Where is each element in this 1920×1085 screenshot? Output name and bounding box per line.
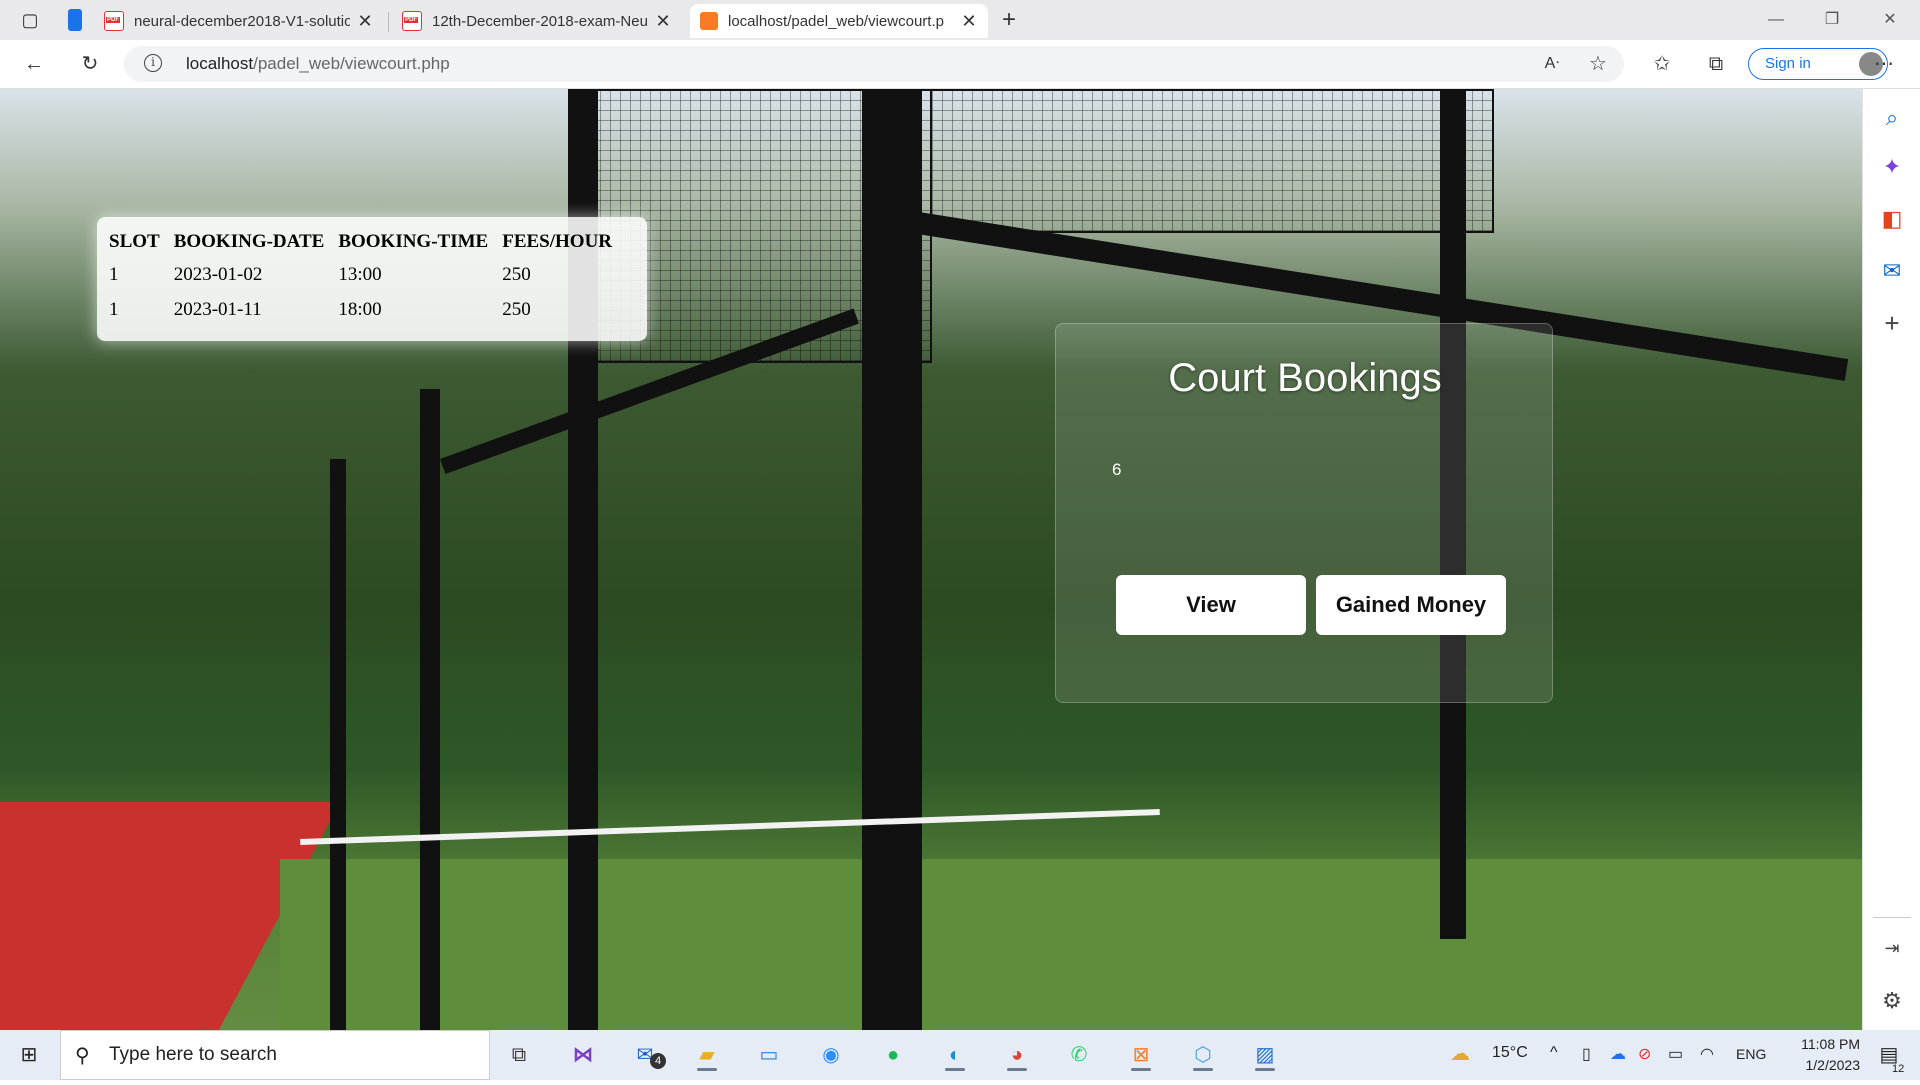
favorites-icon[interactable]: ✩ bbox=[1648, 50, 1676, 78]
add-icon[interactable]: + bbox=[1878, 309, 1906, 337]
back-arrow-icon[interactable]: ← bbox=[20, 50, 48, 78]
tab-pdf-1[interactable]: neural-december2018-V1-solutio ✕ bbox=[94, 4, 384, 38]
table-row: 1 2023-01-11 18:00 250 bbox=[107, 292, 624, 327]
cell-fees: 250 bbox=[502, 263, 531, 285]
cell-fees: 250 bbox=[502, 298, 531, 320]
spotify-icon[interactable]: ● bbox=[876, 1039, 910, 1071]
add-favorite-icon[interactable]: ☆ bbox=[1584, 50, 1612, 78]
notifications-count: 12 bbox=[1892, 1063, 1905, 1075]
pdf-icon bbox=[402, 11, 422, 31]
device-icon[interactable]: ▯ bbox=[1582, 1044, 1591, 1064]
window-close-icon[interactable]: ✕ bbox=[1870, 6, 1910, 34]
refresh-icon[interactable]: ↻ bbox=[76, 50, 104, 78]
language-indicator[interactable]: ENG bbox=[1736, 1046, 1766, 1062]
edge-icon[interactable]: ◐ bbox=[938, 1039, 972, 1071]
xampp-icon bbox=[700, 12, 718, 30]
court-bookings-panel: Court Bookings 6 View Gained Money bbox=[1055, 323, 1553, 703]
url-text[interactable]: localhost/padel_web/viewcourt.php bbox=[186, 54, 450, 74]
virtualbox-icon[interactable]: ⬡ bbox=[1186, 1039, 1220, 1071]
windows-taskbar: ⊞ ⚲ Type here to search ⧉ ⋈ ✉ 4 ▰ ▭ ◉ ● ◐… bbox=[0, 1030, 1920, 1080]
page-content: SLOT BOOKING-DATE BOOKING-TIME FEES/HOUR… bbox=[0, 89, 1862, 1030]
bookings-table-card: SLOT BOOKING-DATE BOOKING-TIME FEES/HOUR… bbox=[97, 217, 647, 341]
table-header-row: SLOT BOOKING-DATE BOOKING-TIME FEES/HOUR bbox=[107, 227, 624, 257]
notifications-icon[interactable]: ▤ 12 bbox=[1872, 1039, 1906, 1075]
cell-time: 13:00 bbox=[338, 263, 382, 285]
photos-icon[interactable]: ▨ bbox=[1248, 1039, 1282, 1071]
close-tab-icon[interactable]: ✕ bbox=[654, 11, 672, 32]
copilot-icon[interactable]: ✦ bbox=[1878, 153, 1906, 181]
minimize-icon[interactable]: — bbox=[1756, 6, 1796, 34]
tab-strip: ▢ neural-december2018-V1-solutio ✕ 12th-… bbox=[0, 0, 1920, 40]
col-header-fees: FEES/HOUR bbox=[502, 231, 613, 252]
browser-toolbar: ← ↻ i localhost/padel_web/viewcourt.php … bbox=[0, 40, 1920, 89]
sign-in-button[interactable]: Sign in bbox=[1748, 48, 1888, 80]
visual-studio-icon[interactable]: ⋈ bbox=[566, 1039, 600, 1071]
clock[interactable]: 11:08 PM 1/2/2023 bbox=[1770, 1034, 1860, 1076]
tab-actions-icon[interactable]: ▢ bbox=[16, 6, 44, 34]
cell-slot: 1 bbox=[109, 298, 119, 320]
chrome-icon[interactable]: ◕ bbox=[1000, 1039, 1034, 1071]
cell-time: 18:00 bbox=[338, 298, 382, 320]
zoom-icon[interactable]: ◉ bbox=[814, 1039, 848, 1071]
outlook-icon[interactable]: ✉ bbox=[1878, 257, 1906, 285]
slot-value-field[interactable]: 6 bbox=[1112, 460, 1121, 480]
battery-icon[interactable]: ▭ bbox=[1668, 1044, 1683, 1064]
col-header-slot: SLOT bbox=[109, 231, 160, 252]
read-aloud-icon[interactable]: Aᐧ bbox=[1538, 50, 1566, 78]
close-tab-icon[interactable]: ✕ bbox=[960, 11, 978, 32]
address-bar[interactable]: i localhost/padel_web/viewcourt.php bbox=[124, 46, 1624, 82]
sidebar-toggle-icon[interactable]: ⇥ bbox=[1878, 934, 1906, 962]
file-explorer-icon[interactable]: ▰ bbox=[690, 1039, 724, 1071]
court-grass bbox=[280, 859, 1862, 1030]
table-row: 1 2023-01-02 13:00 250 bbox=[107, 257, 624, 292]
mail-badge: 4 bbox=[650, 1053, 666, 1069]
info-icon[interactable]: i bbox=[144, 54, 162, 72]
view-button[interactable]: View bbox=[1116, 575, 1306, 635]
taskbar-search[interactable]: ⚲ Type here to search bbox=[60, 1030, 490, 1080]
onedrive-icon[interactable]: ☁ bbox=[1610, 1044, 1626, 1064]
edge-sidebar: ⌕ ✦ ◧ ✉ + ⇥ ⚙ bbox=[1862, 89, 1920, 1030]
cell-date: 2023-01-11 bbox=[173, 298, 262, 320]
fence-post bbox=[330, 459, 346, 1030]
collections-icon[interactable]: ⧉ bbox=[1702, 50, 1730, 78]
fence-post bbox=[420, 389, 440, 1030]
windows-start-icon[interactable]: ⊞ bbox=[12, 1039, 46, 1071]
tab-pdf-2[interactable]: 12th-December-2018-exam-Neu ✕ bbox=[392, 4, 682, 38]
search-icon[interactable]: ⌕ bbox=[1878, 104, 1906, 132]
cell-slot: 1 bbox=[109, 263, 119, 285]
whatsapp-icon[interactable]: ✆ bbox=[1062, 1039, 1096, 1071]
fence-mesh bbox=[930, 89, 1494, 233]
tab-viewcourt[interactable]: localhost/padel_web/viewcourt.p ✕ bbox=[690, 4, 988, 38]
weather-icon[interactable]: ☁ bbox=[1450, 1041, 1470, 1066]
new-tab-icon[interactable]: + bbox=[995, 6, 1023, 34]
mail-icon[interactable]: ✉ 4 bbox=[628, 1039, 666, 1071]
col-header-booking-date: BOOKING-DATE bbox=[173, 231, 325, 252]
panel-title: Court Bookings bbox=[1168, 356, 1442, 400]
cell-date: 2023-01-02 bbox=[173, 263, 263, 285]
more-menu-icon[interactable]: ⋯ bbox=[1870, 50, 1898, 78]
gained-money-button[interactable]: Gained Money bbox=[1316, 575, 1506, 635]
workspace-icon[interactable] bbox=[68, 9, 82, 31]
office-icon[interactable]: ◧ bbox=[1878, 205, 1906, 233]
network-warning-icon[interactable]: ⊘ bbox=[1638, 1044, 1651, 1064]
bookings-table: SLOT BOOKING-DATE BOOKING-TIME FEES/HOUR… bbox=[107, 227, 624, 327]
computer-icon[interactable]: ▭ bbox=[752, 1039, 786, 1071]
close-tab-icon[interactable]: ✕ bbox=[356, 11, 374, 32]
tray-chevron-icon[interactable]: ^ bbox=[1550, 1044, 1558, 1062]
xampp-icon[interactable]: ⊠ bbox=[1124, 1039, 1158, 1071]
task-view-icon[interactable]: ⧉ bbox=[502, 1039, 536, 1071]
search-icon: ⚲ bbox=[75, 1045, 90, 1067]
weather-temp[interactable]: 15°C bbox=[1492, 1044, 1528, 1062]
clock-date: 1/2/2023 bbox=[1805, 1057, 1861, 1073]
settings-gear-icon[interactable]: ⚙ bbox=[1878, 987, 1906, 1015]
col-header-booking-time: BOOKING-TIME bbox=[338, 231, 489, 252]
wifi-icon[interactable]: ◠ bbox=[1700, 1044, 1714, 1064]
clock-time: 11:08 PM bbox=[1801, 1036, 1860, 1052]
restore-icon[interactable]: ❐ bbox=[1812, 6, 1852, 34]
pdf-icon bbox=[104, 11, 124, 31]
